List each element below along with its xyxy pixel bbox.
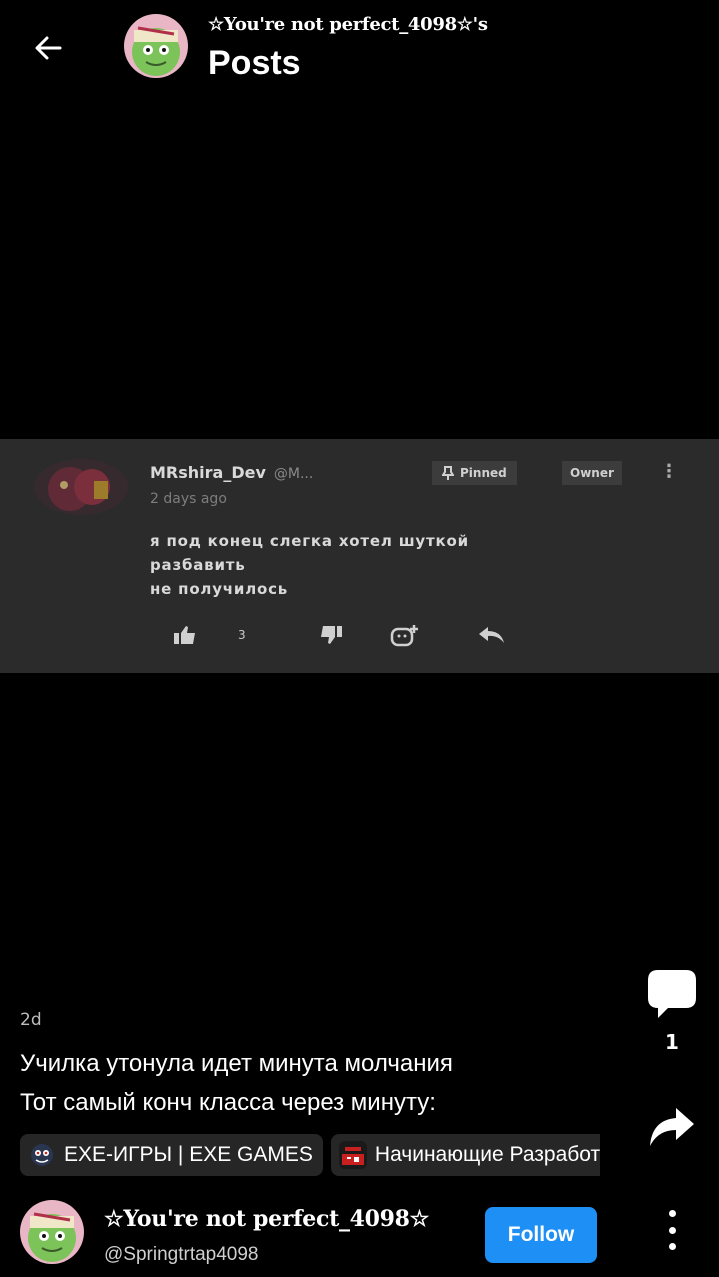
- dot-icon: [668, 1226, 676, 1234]
- post-time: 2d: [20, 1010, 42, 1030]
- community-tags: EXE-ИГРЫ | EXE GAMES Начинающие Разработ…: [20, 1134, 600, 1176]
- back-button[interactable]: [26, 26, 70, 70]
- comment-screenshot: MRshira_Dev @M... Pinned Owner ⋮ 2 days a…: [0, 439, 719, 673]
- comment-time: 2 days ago: [150, 491, 227, 507]
- share-button[interactable]: [646, 1104, 698, 1150]
- follow-button[interactable]: Follow: [485, 1207, 597, 1263]
- arrow-left-icon: [35, 36, 62, 60]
- page-title: Posts: [208, 44, 301, 82]
- caption-line: Училка утонула идет минута молчания: [20, 1050, 453, 1077]
- comment-text: я под конец слегка хотел шуткой разбавит…: [150, 532, 469, 598]
- comment-bubble-icon: [648, 970, 696, 1018]
- author-name[interactable]: ☆You're not perfect_4098☆: [104, 1206, 440, 1232]
- thumbs-down-icon: [318, 625, 344, 645]
- comment-button[interactable]: [646, 968, 698, 1020]
- like-count: 3: [238, 628, 246, 642]
- tag-exe-games[interactable]: EXE-ИГРЫ | EXE GAMES: [20, 1134, 323, 1176]
- community-icon: [338, 1141, 367, 1169]
- author-handle: @Springtrtap4098: [104, 1244, 259, 1265]
- dot-icon: [668, 1243, 676, 1250]
- pin-icon: [442, 466, 454, 480]
- comment-avatar: [34, 459, 128, 515]
- share-reply-icon: [476, 625, 506, 645]
- post-caption: Училка утонула идет минута молчания Тот …: [20, 1044, 620, 1122]
- owner-badge: Owner: [562, 461, 622, 485]
- owner-name: ☆You're not perfect_4098☆'s: [208, 14, 488, 35]
- share-arrow-icon: [650, 1108, 694, 1146]
- community-icon: [28, 1141, 56, 1169]
- comment-actions: 3: [172, 623, 506, 647]
- more-vertical-icon: ⋮: [660, 461, 678, 482]
- more-options-button[interactable]: [660, 1210, 684, 1250]
- dot-icon: [668, 1210, 676, 1217]
- tag-label: Начинающие Разработчики: [374, 1143, 600, 1166]
- comment-count: 1: [665, 1030, 679, 1054]
- comment-username: MRshira_Dev @M...: [150, 463, 314, 482]
- caption-line: Тот самый конч класса через минуту:: [20, 1089, 436, 1116]
- tag-beginner-devs[interactable]: Начинающие Разработчики: [330, 1134, 600, 1176]
- thumbs-up-icon: [172, 625, 198, 645]
- author-avatar[interactable]: [20, 1200, 84, 1264]
- tag-label: EXE-ИГРЫ | EXE GAMES: [64, 1143, 313, 1166]
- owner-avatar[interactable]: [124, 14, 188, 78]
- reply-emoji-icon: [390, 623, 420, 647]
- pinned-badge: Pinned: [432, 461, 517, 485]
